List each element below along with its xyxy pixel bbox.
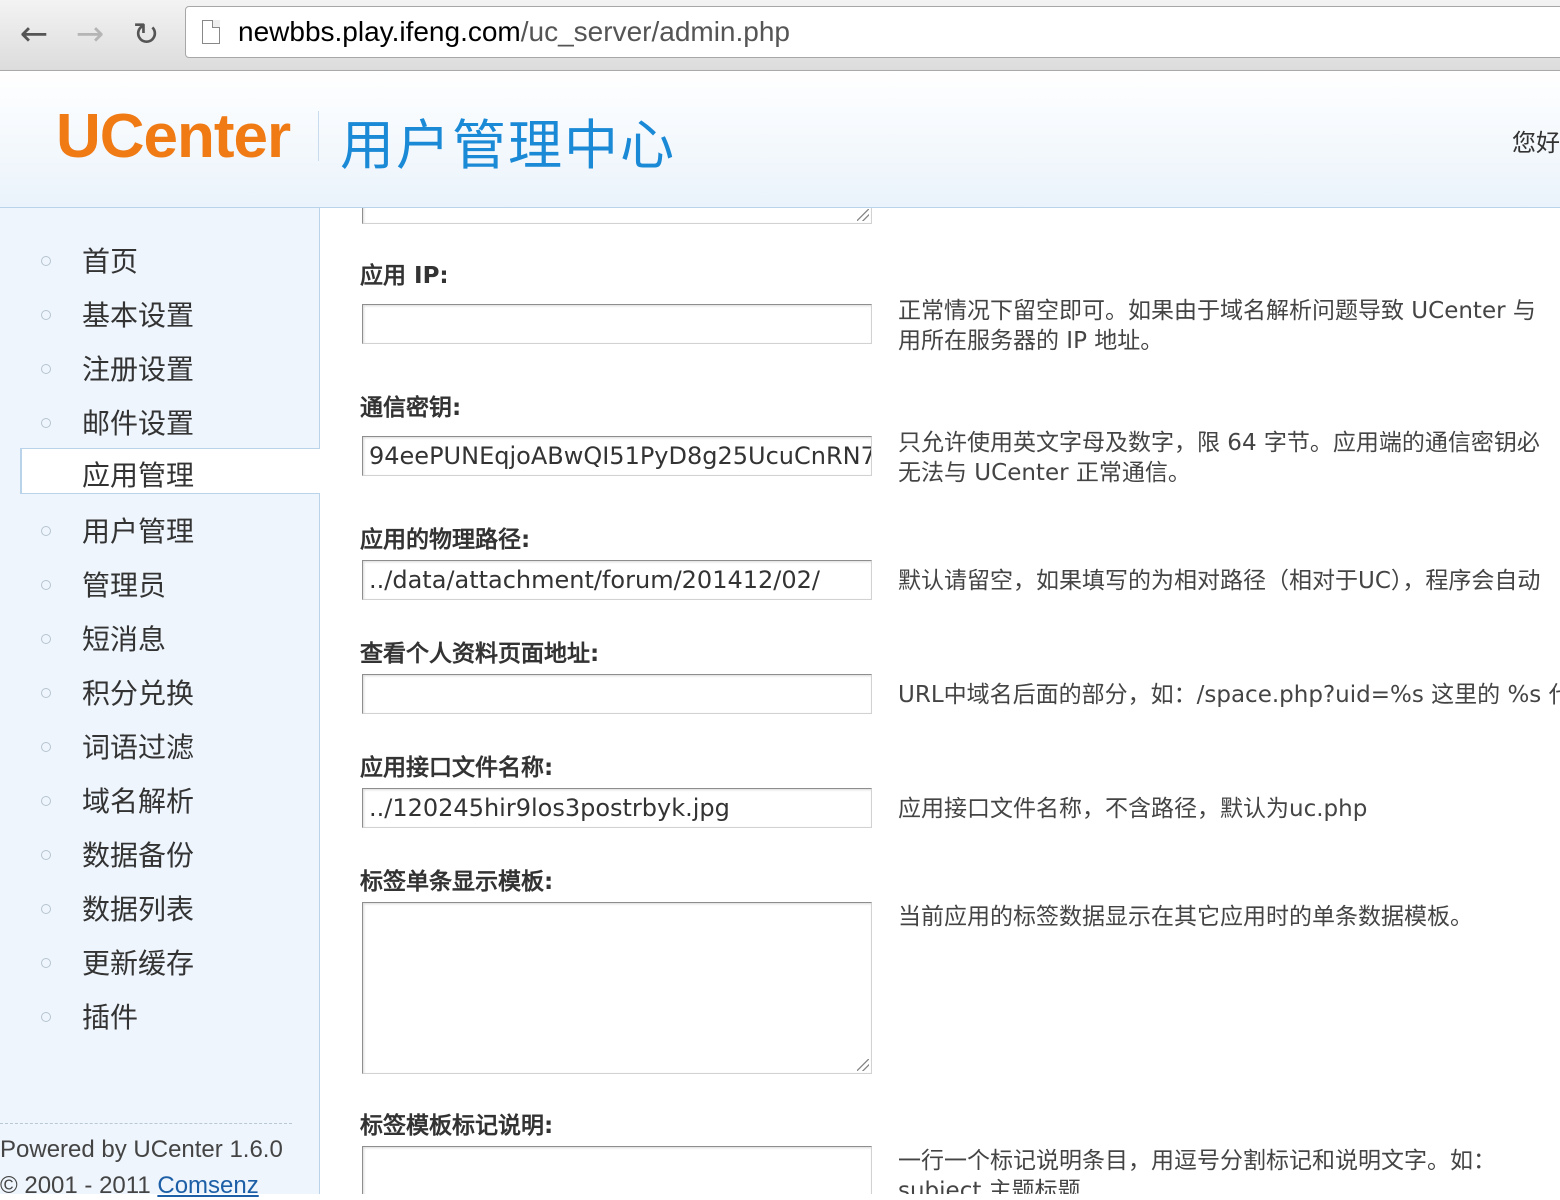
sidebar-item-label: 更新缓存 [82, 947, 195, 980]
powered-by: Powered by UCenter 1.6.0 [0, 1136, 283, 1163]
sidebar-item-register-settings[interactable]: 注册设置 [20, 338, 319, 392]
profile-url-help: URL中域名后面的部分，如：/space.php?uid=%s 这里的 %s 代 [898, 682, 1560, 708]
app-ip-input[interactable] [362, 304, 872, 344]
bullet-icon [41, 958, 51, 968]
bullet-icon [41, 796, 51, 806]
sidebar-item-messages[interactable]: 短消息 [20, 608, 319, 662]
sidebar-item-label: 应用管理 [82, 459, 195, 492]
bullet-icon [41, 256, 51, 266]
comm-key-input[interactable]: 94eePUNEqjoABwQI51PyD8g25UcuCnRN7fI [362, 436, 872, 476]
app-ip-label: 应用 IP: [360, 263, 449, 289]
app-ip-help-line-2: 用所在服务器的 IP 地址。 [898, 328, 1164, 354]
browser-toolbar: ← → ↻ newbbs.play.ifeng.com/uc_server/ad… [0, 0, 1560, 71]
bullet-icon [41, 310, 51, 320]
sidebar-item-word-filter[interactable]: 词语过滤 [20, 716, 319, 770]
sidebar-item-label: 注册设置 [82, 353, 195, 386]
bullet-icon [41, 742, 51, 752]
sidebar-item-administrators[interactable]: 管理员 [20, 554, 319, 608]
bullet-icon [41, 580, 51, 590]
sidebar-item-backup[interactable]: 数据备份 [20, 824, 319, 878]
sidebar-item-label: 基本设置 [82, 299, 195, 332]
ucenter-logo: UCenter [56, 102, 291, 171]
sidebar-item-user-management[interactable]: 用户管理 [20, 500, 319, 554]
reload-icon[interactable]: ↻ [126, 14, 166, 54]
app-ip-help: 正常情况下留空即可。如果由于域名解析问题导致 UCenter 与用所在服务器的 … [898, 296, 1536, 356]
sidebar-item-credit-exchange[interactable]: 积分兑换 [20, 662, 319, 716]
api-filename-help: 应用接口文件名称，不含路径，默认为uc.php [898, 796, 1368, 822]
footer-divider [0, 1123, 292, 1124]
sidebar-item-data-list[interactable]: 数据列表 [20, 878, 319, 932]
sidebar: 首页 基本设置 注册设置 邮件设置 应用管理 用户管理 管理员 短消息 积分兑换… [0, 208, 320, 1199]
tag-fields-help-line-1: 一行一个标记说明条目，用逗号分割标记和说明文字。如： [898, 1148, 1496, 1174]
profile-url-label: 查看个人资料页面地址: [360, 641, 600, 667]
sidebar-item-label: 积分兑换 [82, 677, 195, 710]
physical-path-input[interactable]: ../data/attachment/forum/201412/02/ [362, 560, 872, 600]
sidebar-item-label: 插件 [82, 1001, 139, 1034]
app-ip-help-line-1: 正常情况下留空即可。如果由于域名解析问题导致 UCenter 与 [898, 298, 1536, 324]
url-host: newbbs.play.ifeng.com [238, 16, 521, 47]
sidebar-item-label: 首页 [82, 245, 139, 278]
sidebar-item-label: 词语过滤 [82, 731, 195, 764]
tag-fields-help-line-2: subject,主题标题 [898, 1178, 1081, 1194]
physical-path-label: 应用的物理路径: [360, 527, 531, 553]
tag-fields-textarea[interactable] [362, 1146, 872, 1194]
sidebar-item-mail-settings[interactable]: 邮件设置 [20, 392, 319, 446]
forward-arrow-icon[interactable]: → [70, 14, 110, 54]
tag-template-textarea[interactable] [362, 902, 872, 1074]
sidebar-menu: 首页 基本设置 注册设置 邮件设置 应用管理 用户管理 管理员 短消息 积分兑换… [20, 230, 320, 1040]
app-title: 用户管理中心 [340, 114, 676, 177]
tag-fields-label: 标签模板标记说明: [360, 1113, 554, 1139]
sidebar-item-plugins[interactable]: 插件 [20, 986, 319, 1040]
logo-divider [318, 111, 319, 161]
main-content: 应用 IP: 正常情况下留空即可。如果由于域名解析问题导致 UCenter 与用… [320, 208, 1560, 1194]
tag-fields-help: 一行一个标记说明条目，用逗号分割标记和说明文字。如： subject,主题标题 [898, 1146, 1496, 1194]
profile-url-input[interactable] [362, 674, 872, 714]
sidebar-item-label: 用户管理 [82, 515, 195, 548]
url-text[interactable]: newbbs.play.ifeng.com/uc_server/admin.ph… [238, 16, 790, 48]
comm-key-help: 只允许使用英文字母及数字，限 64 字节。应用端的通信密钥必 无法与 UCente… [898, 428, 1540, 488]
bullet-icon [41, 1012, 51, 1022]
tag-template-label: 标签单条显示模板: [360, 869, 554, 895]
bullet-icon [41, 688, 51, 698]
bullet-icon [41, 850, 51, 860]
tag-template-help: 当前应用的标签数据显示在其它应用时的单条数据模板。 [898, 904, 1473, 930]
bullet-icon [41, 634, 51, 644]
copyright: © 2001 - 2011 Comsenz [0, 1172, 259, 1200]
sidebar-item-label: 短消息 [82, 623, 167, 656]
bullet-icon [41, 526, 51, 536]
resize-grip-icon[interactable] [857, 1059, 869, 1071]
sidebar-item-label: 域名解析 [82, 785, 195, 818]
sidebar-item-label: 数据备份 [82, 839, 195, 872]
api-filename-label: 应用接口文件名称: [360, 755, 554, 781]
page-icon [202, 20, 220, 44]
sidebar-item-label: 邮件设置 [82, 407, 195, 440]
bullet-icon [41, 418, 51, 428]
comm-key-help-line-2: 无法与 UCenter 正常通信。 [898, 460, 1191, 486]
api-filename-input[interactable]: ../120245hir9los3postrbyk.jpg [362, 788, 872, 828]
bullet-icon [41, 904, 51, 914]
sidebar-item-basic-settings[interactable]: 基本设置 [20, 284, 319, 338]
user-greeting: 您好 [1512, 129, 1560, 157]
sidebar-item-update-cache[interactable]: 更新缓存 [20, 932, 319, 986]
physical-path-help: 默认请留空，如果填写的为相对路径（相对于UC），程序会自动 [898, 568, 1541, 594]
sidebar-item-dns[interactable]: 域名解析 [20, 770, 319, 824]
comm-key-help-line-1: 只允许使用英文字母及数字，限 64 字节。应用端的通信密钥必 [898, 430, 1540, 456]
address-bar[interactable]: newbbs.play.ifeng.com/uc_server/admin.ph… [185, 6, 1560, 58]
app-header: UCenter 用户管理中心 您好 [0, 71, 1560, 208]
resize-grip-icon[interactable] [857, 209, 869, 221]
previous-textarea[interactable] [362, 208, 872, 224]
url-path: /uc_server/admin.php [520, 16, 791, 47]
comsenz-link[interactable]: Comsenz [157, 1172, 258, 1199]
copyright-text: © 2001 - 2011 [0, 1172, 158, 1199]
comm-key-label: 通信密钥: [360, 395, 462, 421]
sidebar-item-label: 管理员 [82, 569, 167, 602]
sidebar-item-label: 数据列表 [82, 893, 195, 926]
back-arrow-icon[interactable]: ← [14, 14, 54, 54]
sidebar-item-app-management[interactable]: 应用管理 [20, 448, 320, 494]
bullet-icon [41, 364, 51, 374]
sidebar-item-home[interactable]: 首页 [20, 230, 319, 284]
